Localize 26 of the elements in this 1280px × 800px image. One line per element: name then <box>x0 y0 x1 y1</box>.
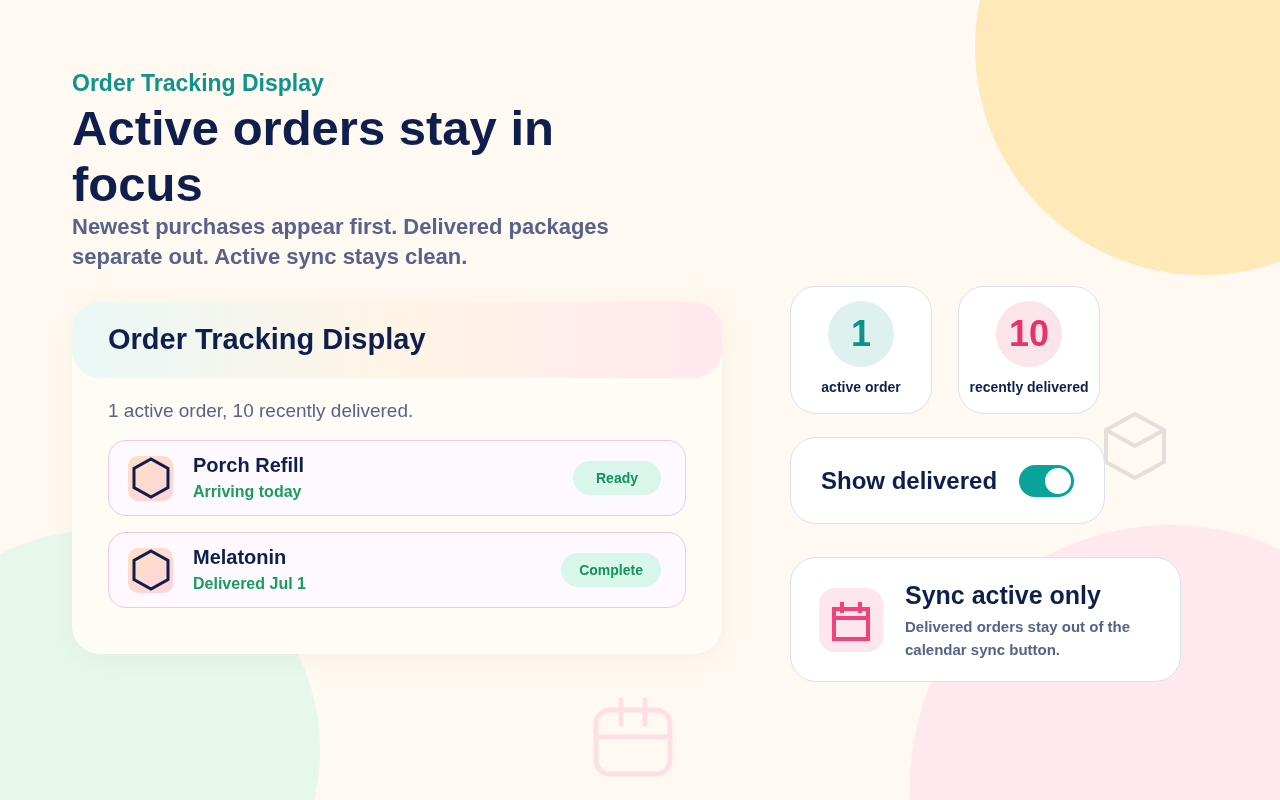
order-name: Porch Refill <box>193 453 306 478</box>
status-badge: Ready <box>573 461 661 495</box>
calendar-icon <box>819 587 883 652</box>
order-row[interactable]: Melatonin Delivered Jul 1 Complete <box>108 532 686 608</box>
stat-label: recently delivered <box>969 378 1089 397</box>
card-summary: 1 active order, 10 recently delivered. <box>108 399 415 423</box>
page-title: Active orders stay in focus <box>72 100 556 212</box>
package-icon <box>128 455 173 501</box>
toggle-label: Show delivered <box>821 465 998 496</box>
toggle-switch[interactable] <box>1019 464 1074 497</box>
sync-description: Delivered orders stay out of the calendar sync button. <box>905 616 1132 660</box>
eyebrow-text: Order Tracking Display <box>72 69 325 98</box>
stat-value: 1 <box>828 301 894 367</box>
page-subtitle: Newest purchases appear first. Delivered packages separate out. Active sync stays clean. <box>72 213 610 271</box>
stat-value: 10 <box>996 301 1062 367</box>
order-detail: Delivered Jul 1 <box>193 574 307 594</box>
sync-title: Sync active only <box>905 579 1102 611</box>
status-badge: Complete <box>561 553 661 587</box>
calendar-icon <box>593 697 673 777</box>
stat-label: active order <box>821 378 901 397</box>
package-icon <box>128 547 173 593</box>
card-title: Order Tracking Display <box>108 322 426 358</box>
order-name: Melatonin <box>193 545 288 570</box>
order-row[interactable]: Porch Refill Arriving today Ready <box>108 440 686 516</box>
cube-icon <box>1103 411 1167 481</box>
order-detail: Arriving today <box>193 482 303 502</box>
